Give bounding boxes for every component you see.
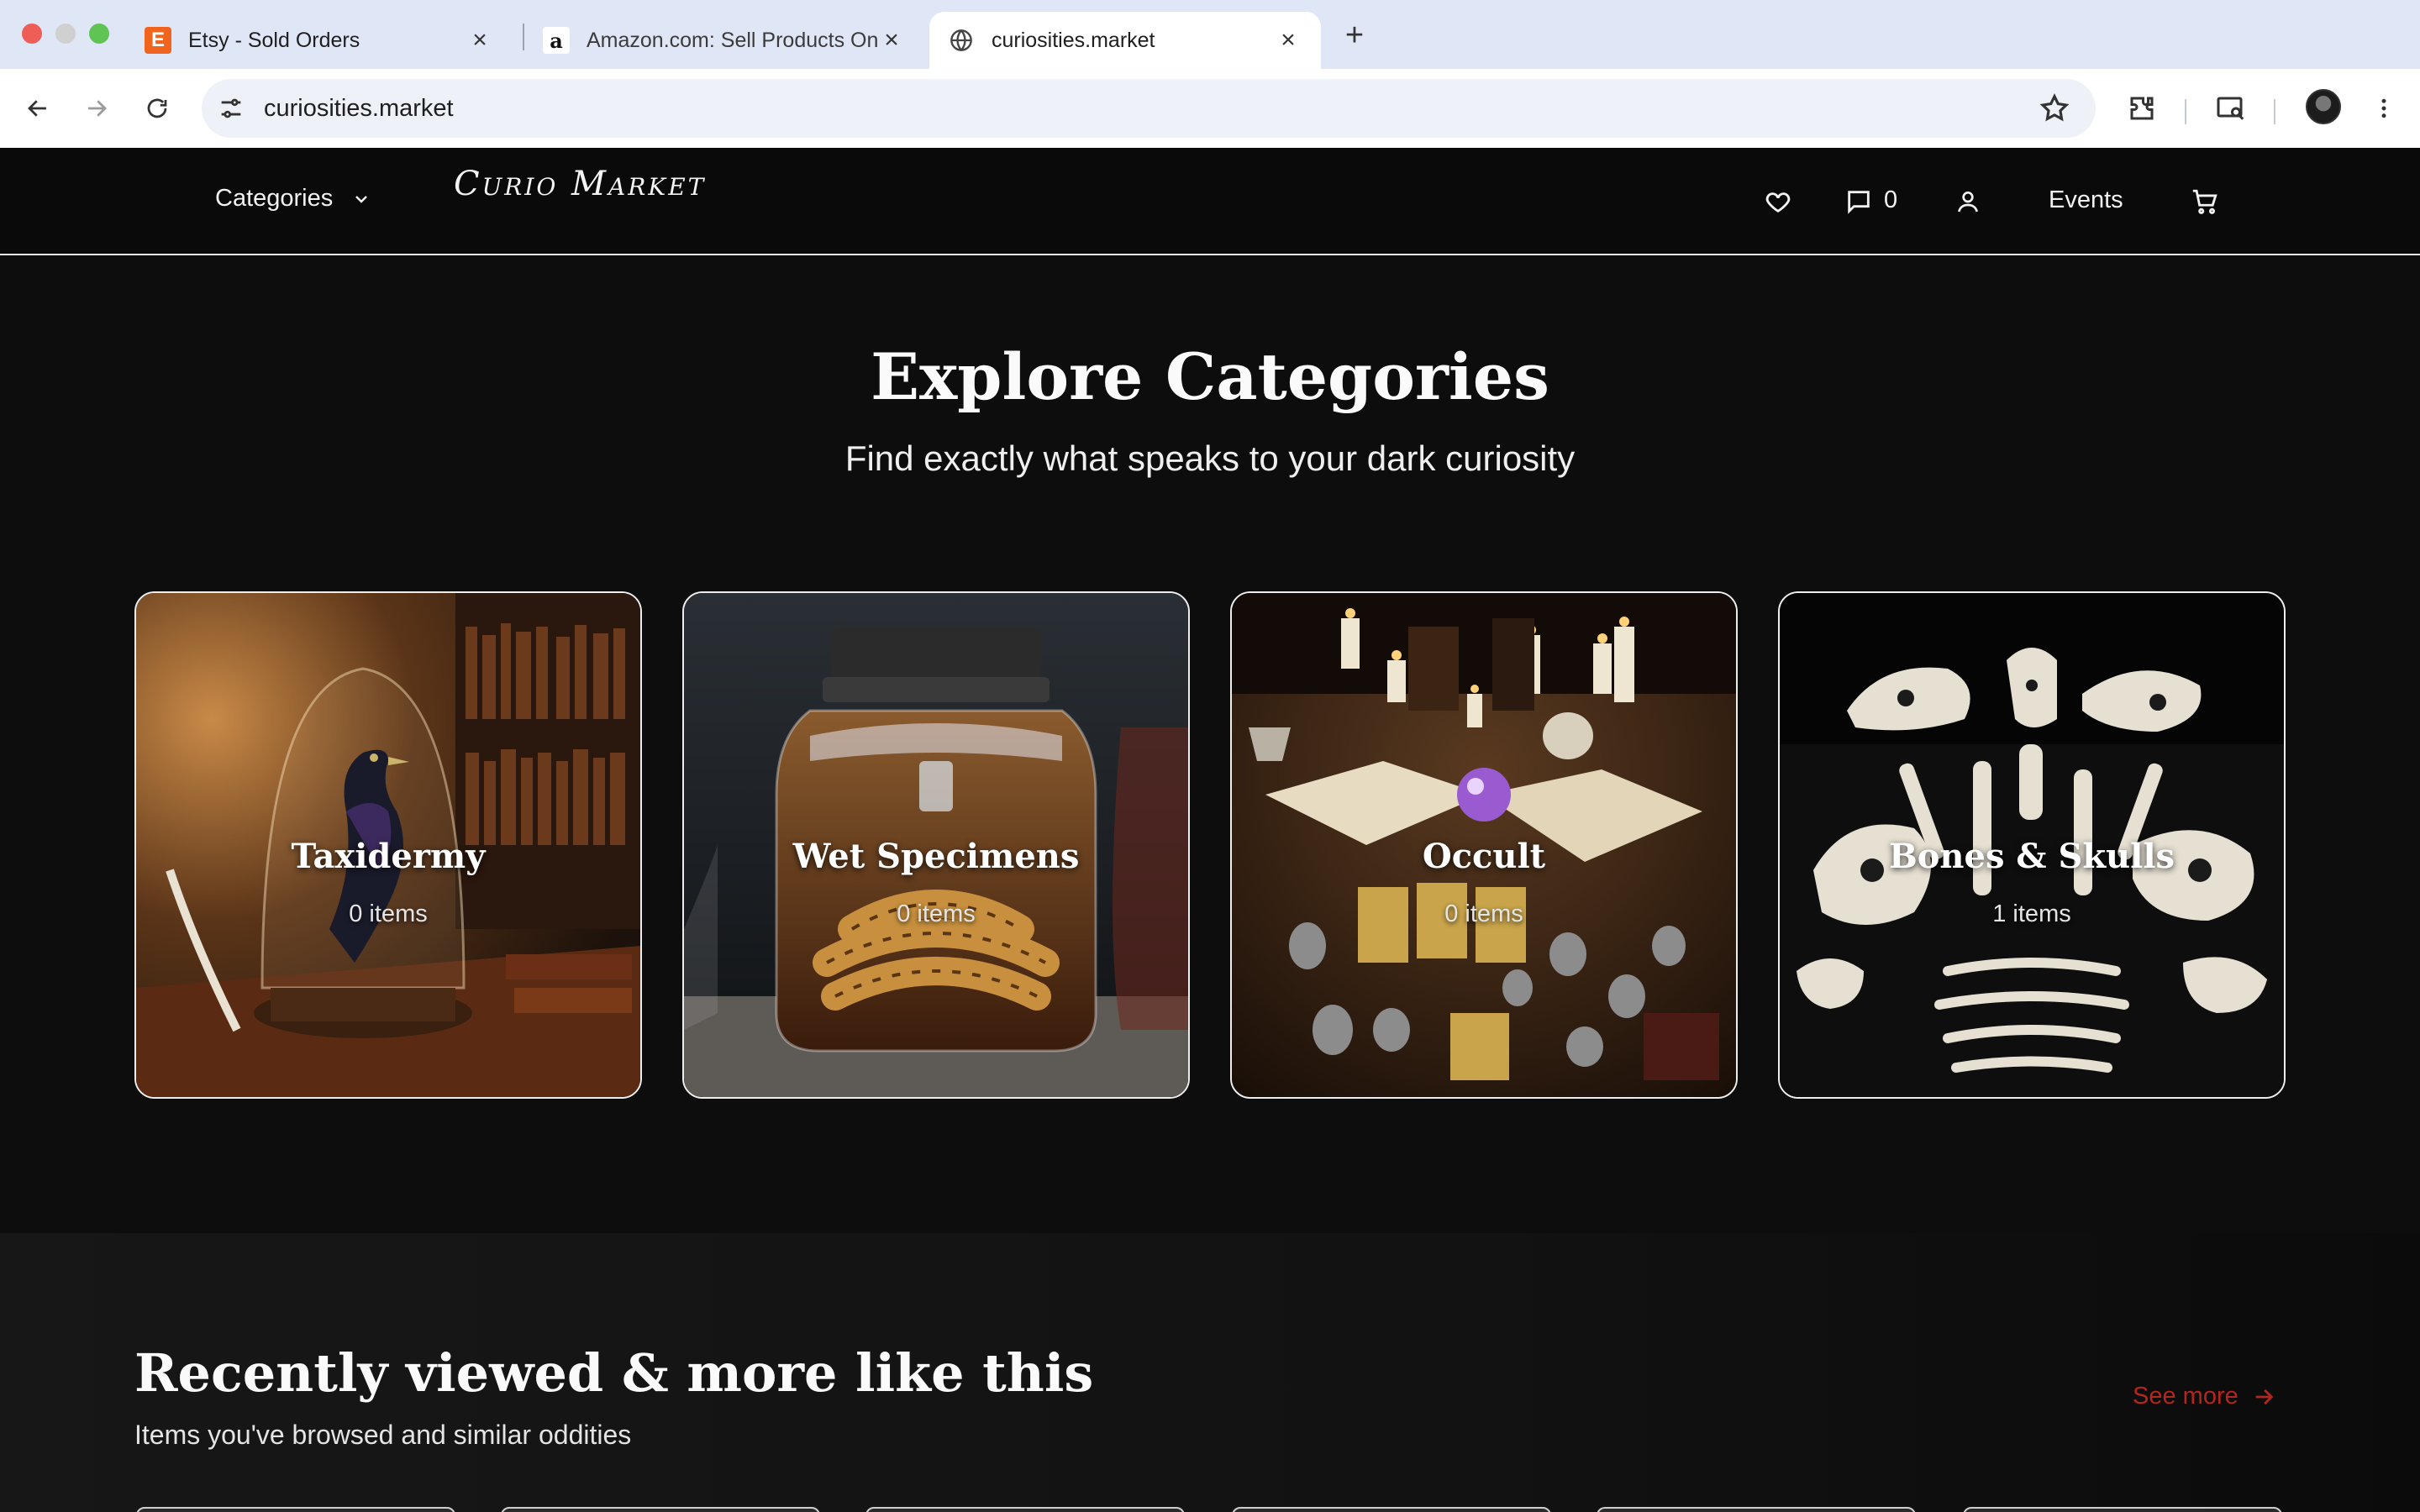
category-count: 1 items — [1992, 900, 2071, 927]
window-maximize-button[interactable] — [89, 24, 109, 44]
recent-item-card[interactable] — [136, 1507, 455, 1512]
categories-label: Categories — [215, 185, 334, 212]
events-link[interactable]: Events — [2049, 186, 2123, 214]
category-card-bones-skulls[interactable]: Bones & Skulls 1 items — [1778, 591, 2286, 1099]
browser-tab-strip: E Etsy - Sold Orders × a Amazon.com: Sel… — [0, 0, 2420, 69]
tab-amazon[interactable]: a Amazon.com: Sell Products Online × — [524, 12, 924, 69]
recent-subtitle: Items you've browsed and similar odditie… — [134, 1420, 632, 1450]
recently-viewed-section: Recently viewed & more like this Items y… — [0, 1233, 2420, 1512]
chevron-down-icon — [355, 195, 368, 203]
messages-icon[interactable] — [1842, 185, 1876, 218]
explore-subtitle: Find exactly what speaks to your dark cu… — [844, 438, 1576, 478]
explore-categories-section: Explore Categories Find exactly what spe… — [0, 255, 2420, 1233]
category-card-occult[interactable]: Occult 0 items — [1230, 591, 1738, 1099]
tab-title: Amazon.com: Sell Products Online — [587, 28, 879, 52]
site-header: Categories Curio Market 0 Events — [0, 148, 2420, 255]
category-count: 0 items — [349, 900, 428, 927]
new-tab-button[interactable]: + — [1336, 17, 1373, 54]
toolbar-divider — [2274, 99, 2275, 124]
browser-menu-icon[interactable] — [2366, 91, 2402, 126]
back-button[interactable] — [18, 89, 57, 128]
bookmark-star-icon[interactable] — [2039, 92, 2070, 124]
window-minimize-button[interactable] — [55, 24, 76, 44]
recent-item-card[interactable] — [501, 1507, 820, 1512]
tab-close-icon[interactable]: × — [1276, 26, 1301, 54]
category-card-taxidermy[interactable]: Taxidermy 0 items — [134, 591, 642, 1099]
etsy-favicon-icon: E — [145, 27, 171, 54]
site-settings-icon[interactable] — [217, 94, 245, 123]
globe-icon — [948, 27, 975, 54]
tab-close-icon[interactable]: × — [879, 26, 904, 54]
recent-item-card[interactable] — [1232, 1507, 1551, 1512]
category-name: Bones & Skulls — [1888, 837, 2175, 876]
forward-button[interactable] — [77, 89, 116, 128]
category-name: Wet Specimens — [792, 837, 1080, 876]
url-text: curiosities.market — [264, 95, 454, 122]
profile-avatar[interactable] — [2306, 89, 2341, 124]
account-user-icon[interactable] — [1951, 185, 1985, 218]
arrow-right-icon — [2255, 1389, 2274, 1404]
tab-curiosities[interactable]: curiosities.market × — [929, 12, 1321, 69]
amazon-favicon-icon: a — [543, 27, 570, 54]
tab-search-icon[interactable] — [2213, 91, 2249, 126]
tab-title: Etsy - Sold Orders — [188, 28, 360, 52]
toolbar-divider — [2185, 99, 2186, 124]
site-logo[interactable]: Curio Market — [454, 165, 706, 203]
tab-etsy[interactable]: E Etsy - Sold Orders × — [126, 12, 513, 69]
categories-menu-button[interactable]: Categories — [215, 185, 371, 213]
wishlist-heart-icon[interactable] — [1761, 185, 1795, 218]
extensions-icon[interactable] — [2124, 91, 2160, 126]
recent-title: Recently viewed & more like this — [134, 1342, 1094, 1404]
window-close-button[interactable] — [22, 24, 42, 44]
recent-item-card[interactable] — [865, 1507, 1185, 1512]
reload-button[interactable] — [138, 89, 176, 128]
category-name: Taxidermy — [291, 837, 486, 876]
category-count: 0 items — [897, 900, 976, 927]
recent-item-card[interactable] — [1597, 1507, 1916, 1512]
browser-toolbar: curiosities.market — [0, 69, 2420, 148]
see-more-link[interactable]: See more — [2133, 1383, 2275, 1410]
explore-title: Explore Categories — [871, 339, 1549, 414]
category-card-wet-specimens[interactable]: Wet Specimens 0 items — [682, 591, 1190, 1099]
tab-close-icon[interactable]: × — [467, 26, 492, 54]
category-name: Occult — [1422, 837, 1546, 876]
category-count: 0 items — [1444, 900, 1523, 927]
see-more-label: See more — [2133, 1383, 2238, 1410]
cart-icon[interactable] — [2188, 185, 2222, 218]
message-count[interactable]: 0 — [1884, 186, 1897, 214]
address-bar[interactable]: curiosities.market — [202, 79, 2096, 138]
recent-item-card[interactable] — [1963, 1507, 2282, 1512]
tab-title: curiosities.market — [992, 28, 1155, 52]
